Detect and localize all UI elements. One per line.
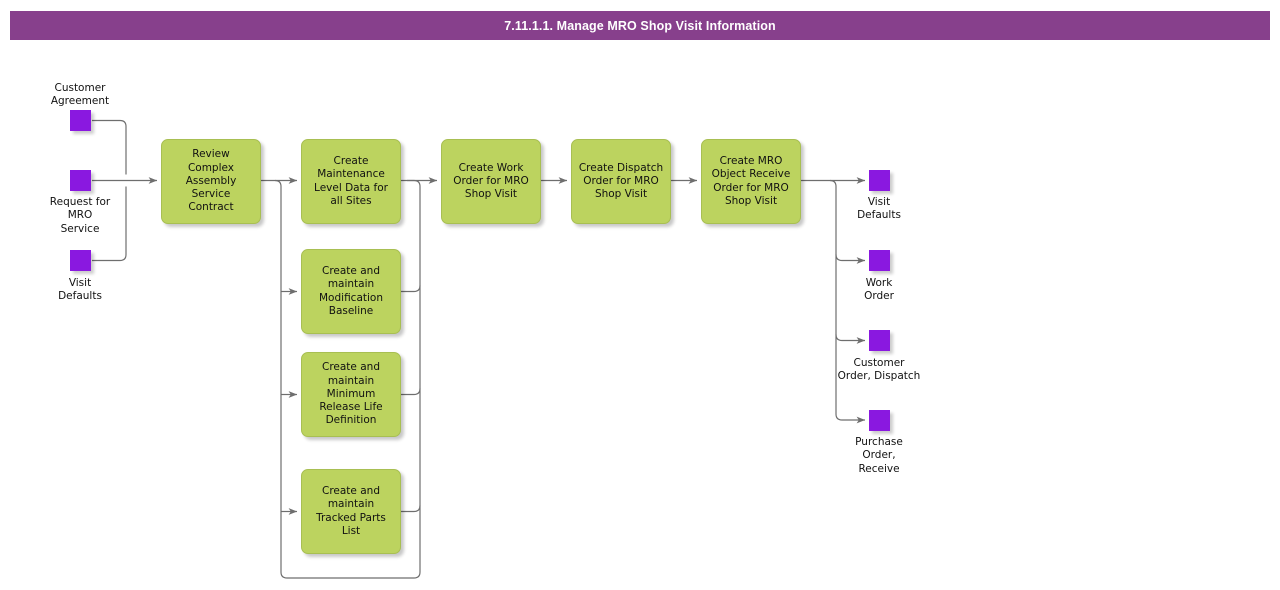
wire-output-trunk-to-customer-order-dispatch — [835, 334, 866, 344]
data-object-purchase-order-receive[interactable] — [869, 410, 890, 431]
process-label: Review Complex Assembly Service Contract — [185, 148, 237, 214]
wire-output-trunk-to-work-order — [835, 254, 866, 264]
data-object-label-visit-defaults-input: Visit Defaults — [58, 277, 102, 303]
process-create-work-order-mro-shop-visit[interactable]: Create Work Order for MRO Shop Visit — [441, 139, 541, 224]
data-object-label-request-for-mro-service: Request for MRO Service — [49, 196, 111, 235]
data-object-label-work-order: Work Order — [864, 277, 894, 303]
process-label: Create MRO Object Receive Order for MRO … — [711, 154, 791, 207]
data-object-visit-defaults-input[interactable] — [70, 250, 91, 271]
wire-minimum-release-life-to-rail — [401, 388, 421, 396]
data-object-work-order[interactable] — [869, 250, 890, 271]
data-object-request-for-mro-service[interactable] — [70, 170, 91, 191]
wire-modification-baseline-to-rail — [401, 285, 421, 293]
process-create-maintain-minimum-release-life-definition[interactable]: Create and maintain Minimum Release Life… — [301, 352, 401, 437]
process-create-maintain-modification-baseline[interactable]: Create and maintain Modification Baselin… — [301, 249, 401, 334]
data-object-label-purchase-order-receive: Purchase Order, Receive — [855, 436, 903, 475]
process-review-complex-assembly-service-contract[interactable]: Review Complex Assembly Service Contract — [161, 139, 261, 224]
data-object-label-visit-defaults-output: Visit Defaults — [857, 196, 901, 222]
process-create-mro-object-receive-order-mro-shop-visit[interactable]: Create MRO Object Receive Order for MRO … — [701, 139, 801, 224]
data-object-label-customer-agreement: Customer Agreement — [50, 82, 110, 108]
page-title-bar: 7.11.1.1. Manage MRO Shop Visit Informat… — [10, 11, 1270, 40]
diagram-canvas: Customer Agreement Request for MRO Servi… — [0, 0, 1280, 590]
process-label: Create Dispatch Order for MRO Shop Visit — [578, 161, 664, 201]
page-title: 7.11.1.1. Manage MRO Shop Visit Informat… — [504, 18, 776, 33]
process-label: Create and maintain Modification Baselin… — [319, 264, 383, 317]
data-object-label-customer-order-dispatch: Customer Order, Dispatch — [837, 357, 921, 383]
wire-customer-agreement-to-trunk — [92, 119, 127, 175]
data-object-customer-agreement[interactable] — [70, 110, 91, 131]
process-label: Create and maintain Tracked Parts List — [316, 484, 386, 537]
process-label: Create Work Order for MRO Shop Visit — [453, 161, 529, 201]
process-create-maintain-tracked-parts-list[interactable]: Create and maintain Tracked Parts List — [301, 469, 401, 554]
data-object-customer-order-dispatch[interactable] — [869, 330, 890, 351]
connector-layer — [92, 119, 866, 579]
data-object-visit-defaults-output[interactable] — [869, 170, 890, 191]
process-label: Create and maintain Minimum Release Life… — [319, 361, 383, 427]
process-create-maintenance-level-data-all-sites[interactable]: Create Maintenance Level Data for all Si… — [301, 139, 401, 224]
wire-tracked-parts-list-to-rail — [401, 505, 421, 513]
process-label: Create Maintenance Level Data for all Si… — [314, 154, 388, 207]
process-create-dispatch-order-mro-shop-visit[interactable]: Create Dispatch Order for MRO Shop Visit — [571, 139, 671, 224]
